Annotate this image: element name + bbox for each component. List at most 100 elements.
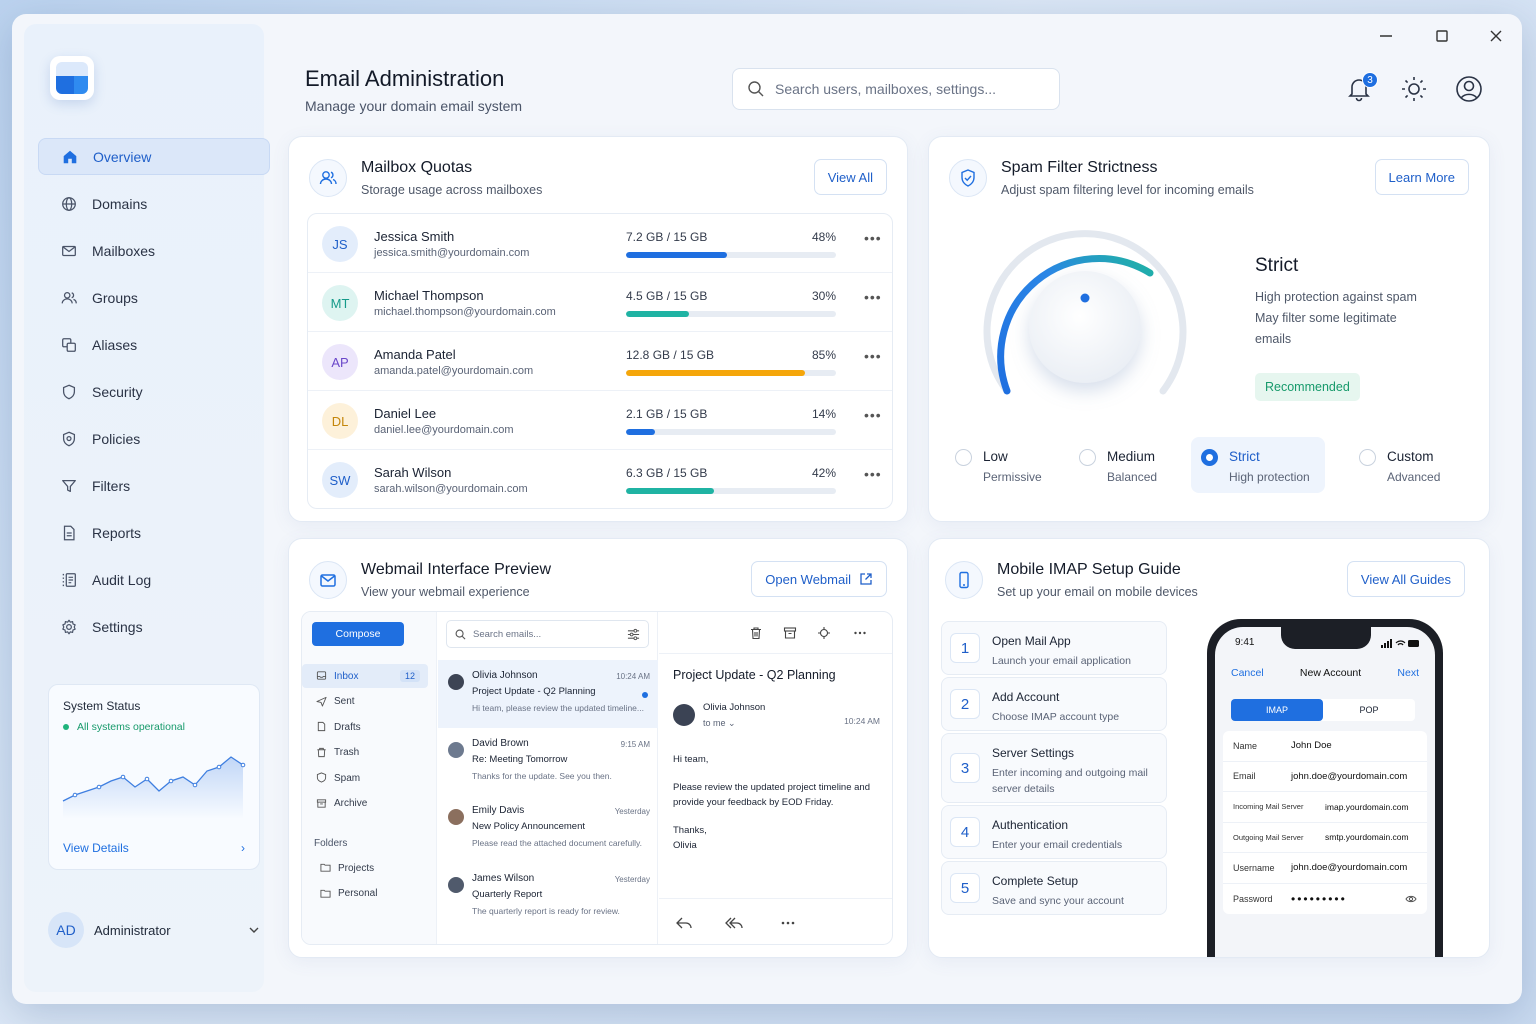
send-icon [316, 696, 327, 707]
step-title: Open Mail App [992, 634, 1071, 648]
radio-button[interactable] [955, 449, 972, 466]
step-description: Enter your email credentials [992, 839, 1123, 851]
mailbox-name: Sarah Wilson [374, 465, 452, 480]
tab-imap[interactable]: IMAP [1231, 699, 1323, 721]
field-label: Incoming Mail Server [1233, 802, 1304, 812]
cancel-button[interactable]: Cancel [1231, 667, 1264, 679]
sidebar-item-security[interactable]: Security [38, 373, 270, 410]
more-icon[interactable]: ••• [864, 230, 882, 246]
folder-drafts[interactable]: Drafts [302, 715, 428, 739]
message-item[interactable]: Emily Davis Yesterday New Policy Announcem… [438, 795, 658, 863]
more-icon[interactable] [779, 915, 797, 931]
step-description: Enter incoming and outgoing mail server … [992, 767, 1148, 795]
setup-step[interactable]: 1 Open Mail App Launch your email applicat… [941, 621, 1167, 675]
folder-trash[interactable]: Trash [302, 741, 428, 765]
reply-icon[interactable] [675, 915, 693, 931]
setup-step[interactable]: 2 Add Account Choose IMAP account type [941, 677, 1167, 731]
folder-archive[interactable]: Archive [302, 792, 428, 816]
mailbox-row[interactable]: MT Michael Thompson michael.thompson@yourd… [308, 273, 892, 332]
folder-spam[interactable]: Spam [302, 766, 428, 790]
message-time: 10:24 AM [844, 716, 880, 726]
usage-progress-bar [626, 252, 836, 258]
message-item[interactable]: David Brown 9:15 AM Re: Meeting Tomorrow Th… [438, 728, 658, 796]
mailbox-row[interactable]: SW Sarah Wilson sarah.wilson@yourdomain.co… [308, 450, 892, 508]
reply-all-icon[interactable] [725, 915, 743, 931]
mailbox-row[interactable]: DL Daniel Lee daniel.lee@yourdomain.com 2.1… [308, 391, 892, 450]
spam-option-low[interactable]: Low Permissive [945, 437, 1065, 493]
learn-more-button[interactable]: Learn More [1374, 159, 1469, 195]
folder-projects[interactable]: Projects [302, 856, 428, 880]
tab-pop[interactable]: POP [1323, 699, 1415, 721]
minimize-icon[interactable] [1376, 26, 1396, 46]
view-all-button[interactable]: View All [813, 159, 887, 195]
mailbox-row[interactable]: AP Amanda Patel amanda.patel@yourdomain.co… [308, 332, 892, 391]
recipient[interactable]: to me ⌄ [703, 718, 736, 729]
spam-option-custom[interactable]: Custom Advanced [1349, 437, 1469, 493]
form-field-outgoing-mail-server[interactable]: Outgoing Mail Server smtp.yourdomain.com [1223, 823, 1427, 853]
sidebar-item-label: Security [92, 383, 143, 400]
maximize-icon[interactable] [1432, 26, 1452, 46]
app-window: Overview Domains Mailboxes Groups Aliases Sec… [12, 14, 1522, 1004]
eye-icon[interactable] [1405, 894, 1417, 904]
message-item[interactable]: Olivia Johnson 10:24 AM Project Update - Q… [438, 660, 658, 728]
form-field-password[interactable]: Password ••••••••• [1223, 884, 1427, 915]
sidebar-item-groups[interactable]: Groups [38, 279, 270, 316]
sidebar-item-audit-log[interactable]: Audit Log [38, 561, 270, 598]
phone-title: New Account [1299, 667, 1362, 679]
spam-option-medium[interactable]: Medium Balanced [1069, 437, 1189, 493]
sun-icon[interactable] [1399, 74, 1429, 104]
more-icon[interactable]: ••• [864, 348, 882, 364]
open-webmail-button[interactable]: Open Webmail [751, 561, 887, 597]
more-icon[interactable] [853, 626, 867, 640]
step-title: Add Account [992, 690, 1060, 704]
radio-button[interactable] [1079, 449, 1096, 466]
form-field-email[interactable]: Email john.doe@yourdomain.com [1223, 762, 1427, 792]
folder-inbox[interactable]: Inbox 12 [302, 664, 428, 688]
spam-option-strict[interactable]: Strict High protection [1191, 437, 1325, 493]
radio-button[interactable] [1201, 449, 1218, 466]
trash-icon[interactable] [749, 626, 763, 640]
user-menu[interactable]: AD Administrator [48, 908, 260, 952]
next-button[interactable]: Next [1397, 667, 1419, 679]
more-icon[interactable]: ••• [864, 466, 882, 482]
setup-step[interactable]: 5 Complete Setup Save and sync your accoun… [941, 861, 1167, 915]
form-field-incoming-mail-server[interactable]: Incoming Mail Server imap.yourdomain.com [1223, 792, 1427, 823]
account-icon[interactable] [1454, 74, 1484, 104]
folder-personal[interactable]: Personal [302, 882, 428, 906]
mail-icon [62, 245, 76, 256]
phone-notch [1281, 627, 1371, 649]
sidebar-item-reports[interactable]: Reports [38, 514, 270, 551]
view-all-guides-button[interactable]: View All Guides [1346, 561, 1465, 597]
sidebar-item-overview[interactable]: Overview [38, 138, 270, 175]
sidebar-item-label: Filters [92, 477, 131, 494]
filter-sliders-icon[interactable] [627, 628, 640, 641]
form-field-name[interactable]: Name John Doe [1223, 731, 1427, 762]
search-input[interactable] [775, 81, 1035, 97]
form-field-username[interactable]: Username john.doe@yourdomain.com [1223, 853, 1427, 884]
folder-sent[interactable]: Sent [302, 690, 428, 714]
mailbox-row[interactable]: JS Jessica Smith jessica.smith@yourdomain.… [308, 214, 892, 273]
option-description: High protection [1229, 470, 1310, 484]
move-icon[interactable] [817, 626, 831, 640]
field-value: ••••••••• [1291, 891, 1347, 906]
global-search[interactable] [732, 68, 1060, 110]
strictness-dial[interactable] [975, 217, 1195, 417]
archive-icon[interactable] [783, 626, 797, 640]
sidebar-item-mailboxes[interactable]: Mailboxes [38, 232, 270, 269]
more-icon[interactable]: ••• [864, 407, 882, 423]
setup-step[interactable]: 3 Server Settings Enter incoming and outgo… [941, 733, 1167, 803]
compose-button[interactable]: Compose [312, 622, 404, 646]
setup-step[interactable]: 4 Authentication Enter your email credenti… [941, 805, 1167, 859]
radio-button[interactable] [1359, 449, 1376, 466]
more-icon[interactable]: ••• [864, 289, 882, 305]
view-details-link[interactable]: View Details › [63, 841, 245, 855]
sidebar-item-filters[interactable]: Filters [38, 467, 270, 504]
close-icon[interactable] [1486, 26, 1506, 46]
message-item[interactable]: James Wilson Yesterday Quarterly Report The… [438, 863, 658, 931]
sidebar-item-domains[interactable]: Domains [38, 185, 270, 222]
email-search[interactable]: Search emails... [446, 620, 649, 648]
sidebar-item-label: Groups [92, 289, 138, 306]
sidebar-item-policies[interactable]: Policies [38, 420, 270, 457]
sidebar-item-aliases[interactable]: Aliases [38, 326, 270, 363]
sidebar-item-settings[interactable]: Settings [38, 608, 270, 645]
